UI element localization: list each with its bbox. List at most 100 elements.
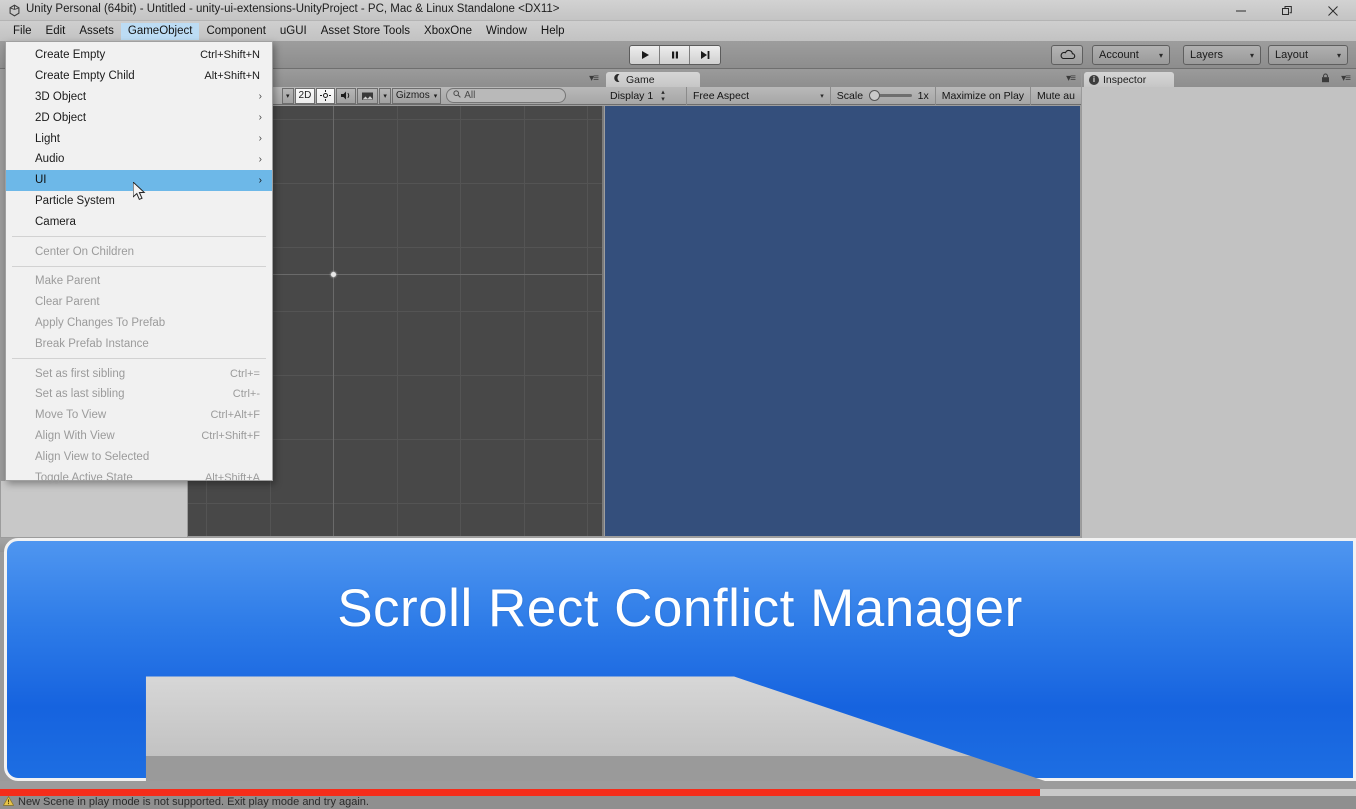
gizmos-label: Gizmos <box>395 90 430 101</box>
chevron-right-icon: › <box>258 112 262 124</box>
unity-editor-window: uGUI EXTENSIONS - SCROLL RECT CONFLICT M… <box>0 0 1356 809</box>
panel-menu-icon[interactable]: ▾≡ <box>1066 73 1076 84</box>
menu-component[interactable]: Component <box>199 23 272 40</box>
tab-inspector-label: Inspector <box>1103 73 1147 86</box>
menu-item-label: 3D Object <box>35 90 87 103</box>
menu-item-shortcut: Alt+Shift+N <box>204 70 260 83</box>
menu-item-label: Align With View <box>35 429 115 442</box>
maximize-on-play-toggle[interactable]: Maximize on Play <box>936 86 1032 105</box>
scale-slider-knob[interactable] <box>869 90 881 101</box>
play-mode-border-tail <box>1040 789 1356 796</box>
inspector-tabstrip: i Inspector ▾≡ <box>1082 70 1356 87</box>
effects-dropdown[interactable]: ▾ <box>379 87 391 104</box>
menu-ugui[interactable]: uGUI <box>273 23 314 40</box>
menu-help[interactable]: Help <box>534 23 572 40</box>
menu-item-shortcut: Alt+Shift+A <box>204 471 260 484</box>
tab-game[interactable]: Game <box>606 72 700 87</box>
menu-item-set-as-last-sibling: Set as last sibling Ctrl+- <box>6 384 272 405</box>
menu-item-label: Move To View <box>35 409 107 422</box>
scale-slider-group[interactable]: Scale 1x <box>831 86 936 105</box>
layers-dropdown[interactable]: Layers ▾ <box>1183 45 1261 65</box>
lock-icon[interactable] <box>1321 73 1330 85</box>
menu-item-break-prefab-instance: Break Prefab Instance <box>6 333 272 354</box>
chevron-down-icon: ▾ <box>433 92 438 100</box>
inspector-body <box>1082 87 1356 538</box>
game-view-panel: Game ▾≡ Display 1 ▴ ▾ Free Aspect ▾ Scale… <box>604 70 1081 538</box>
game-icon <box>612 73 622 86</box>
display-dropdown[interactable]: Display 1 ▴ ▾ <box>604 86 687 105</box>
layout-dropdown[interactable]: Layout ▾ <box>1268 45 1348 65</box>
menu-item-light[interactable]: Light › <box>6 128 272 149</box>
menu-item-shortcut: Ctrl+Alt+F <box>210 409 260 422</box>
cloud-services-button[interactable] <box>1051 45 1083 65</box>
status-message: New Scene in play mode is not supported.… <box>18 796 369 808</box>
game-canvas[interactable] <box>605 106 1080 536</box>
gizmos-dropdown[interactable]: Gizmos ▾ <box>391 87 442 104</box>
banner-title: Scroll Rect Conflict Manager <box>337 578 1023 638</box>
menu-file[interactable]: File <box>6 23 39 40</box>
image-icon[interactable] <box>357 87 379 104</box>
restore-button[interactable] <box>1264 0 1310 21</box>
menu-item-2d-object[interactable]: 2D Object › <box>6 107 272 128</box>
menu-item-audio[interactable]: Audio › <box>6 149 272 170</box>
menu-item-create-empty-child[interactable]: Create Empty Child Alt+Shift+N <box>6 66 272 87</box>
window-controls <box>1218 0 1356 21</box>
menu-item-label: Center On Children <box>35 245 135 258</box>
speaker-icon[interactable] <box>336 87 357 104</box>
panel-menu-icon[interactable]: ▾≡ <box>1341 73 1351 84</box>
menu-item-label: Apply Changes To Prefab <box>35 316 166 329</box>
menu-window[interactable]: Window <box>479 23 534 40</box>
status-bar[interactable]: New Scene in play mode is not supported.… <box>0 796 1356 809</box>
tab-game-label: Game <box>626 73 655 86</box>
sun-icon[interactable] <box>316 87 336 104</box>
minimize-button[interactable] <box>1218 0 1264 21</box>
layers-label: Layers <box>1190 49 1224 61</box>
display-label: Display 1 <box>610 89 654 102</box>
menu-item-label: 2D Object <box>35 111 87 124</box>
menu-item-make-parent: Make Parent <box>6 271 272 292</box>
scale-value: 1x <box>917 89 929 102</box>
playback-controls <box>629 45 721 65</box>
menu-item-clear-parent: Clear Parent <box>6 292 272 313</box>
step-button[interactable] <box>690 46 720 64</box>
menu-item-align-view-to-selected: Align View to Selected <box>6 446 272 467</box>
close-button[interactable] <box>1310 0 1356 21</box>
scene-search-input[interactable]: All <box>446 88 567 103</box>
scale-label: Scale <box>836 89 864 102</box>
account-dropdown[interactable]: Account ▾ <box>1092 45 1170 65</box>
menu-item-label: Create Empty Child <box>35 70 135 83</box>
menu-edit[interactable]: Edit <box>39 23 73 40</box>
menu-item-create-empty[interactable]: Create Empty Ctrl+Shift+N <box>6 45 272 66</box>
menu-gameobject[interactable]: GameObject <box>120 22 200 40</box>
aspect-dropdown[interactable]: Free Aspect ▾ <box>687 86 831 105</box>
info-icon: i <box>1089 74 1099 85</box>
menu-item-particle-system[interactable]: Particle System <box>6 191 272 212</box>
menu-item-shortcut: Ctrl+Shift+F <box>201 429 260 442</box>
scale-slider[interactable] <box>869 90 912 101</box>
tab-inspector[interactable]: i Inspector <box>1084 72 1174 87</box>
hierarchy-panel <box>0 480 188 538</box>
chevron-right-icon: › <box>258 91 262 103</box>
mute-audio-toggle[interactable]: Mute au <box>1031 87 1081 105</box>
scene-search-placeholder: All <box>464 90 476 101</box>
chevron-right-icon: › <box>258 133 262 145</box>
menu-item-label: Set as last sibling <box>35 388 125 401</box>
pause-button[interactable] <box>660 46 690 64</box>
play-button[interactable] <box>630 46 660 64</box>
menu-item-label: Align View to Selected <box>35 450 150 463</box>
menu-item-ui[interactable]: UI › <box>6 169 272 191</box>
menu-xboxone[interactable]: XboxOne <box>417 23 479 40</box>
inspector-panel: i Inspector ▾≡ <box>1082 70 1356 538</box>
menu-item-3d-object[interactable]: 3D Object › <box>6 87 272 108</box>
menu-item-label: Clear Parent <box>35 296 100 309</box>
menu-item-camera[interactable]: Camera <box>6 211 272 232</box>
menu-assets[interactable]: Assets <box>72 23 121 40</box>
maximize-label: Maximize on Play <box>941 89 1025 102</box>
menu-item-set-as-first-sibling: Set as first sibling Ctrl+= <box>6 363 272 384</box>
menu-item-shortcut: Ctrl+= <box>230 367 260 380</box>
pivot-dropdown[interactable]: ▾ <box>282 87 294 104</box>
menu-asset-store-tools[interactable]: Asset Store Tools <box>314 23 417 40</box>
panel-menu-icon[interactable]: ▾≡ <box>589 73 599 84</box>
menu-item-shortcut: Ctrl+- <box>232 388 260 401</box>
toggle-2d-button[interactable]: 2D <box>294 87 316 104</box>
